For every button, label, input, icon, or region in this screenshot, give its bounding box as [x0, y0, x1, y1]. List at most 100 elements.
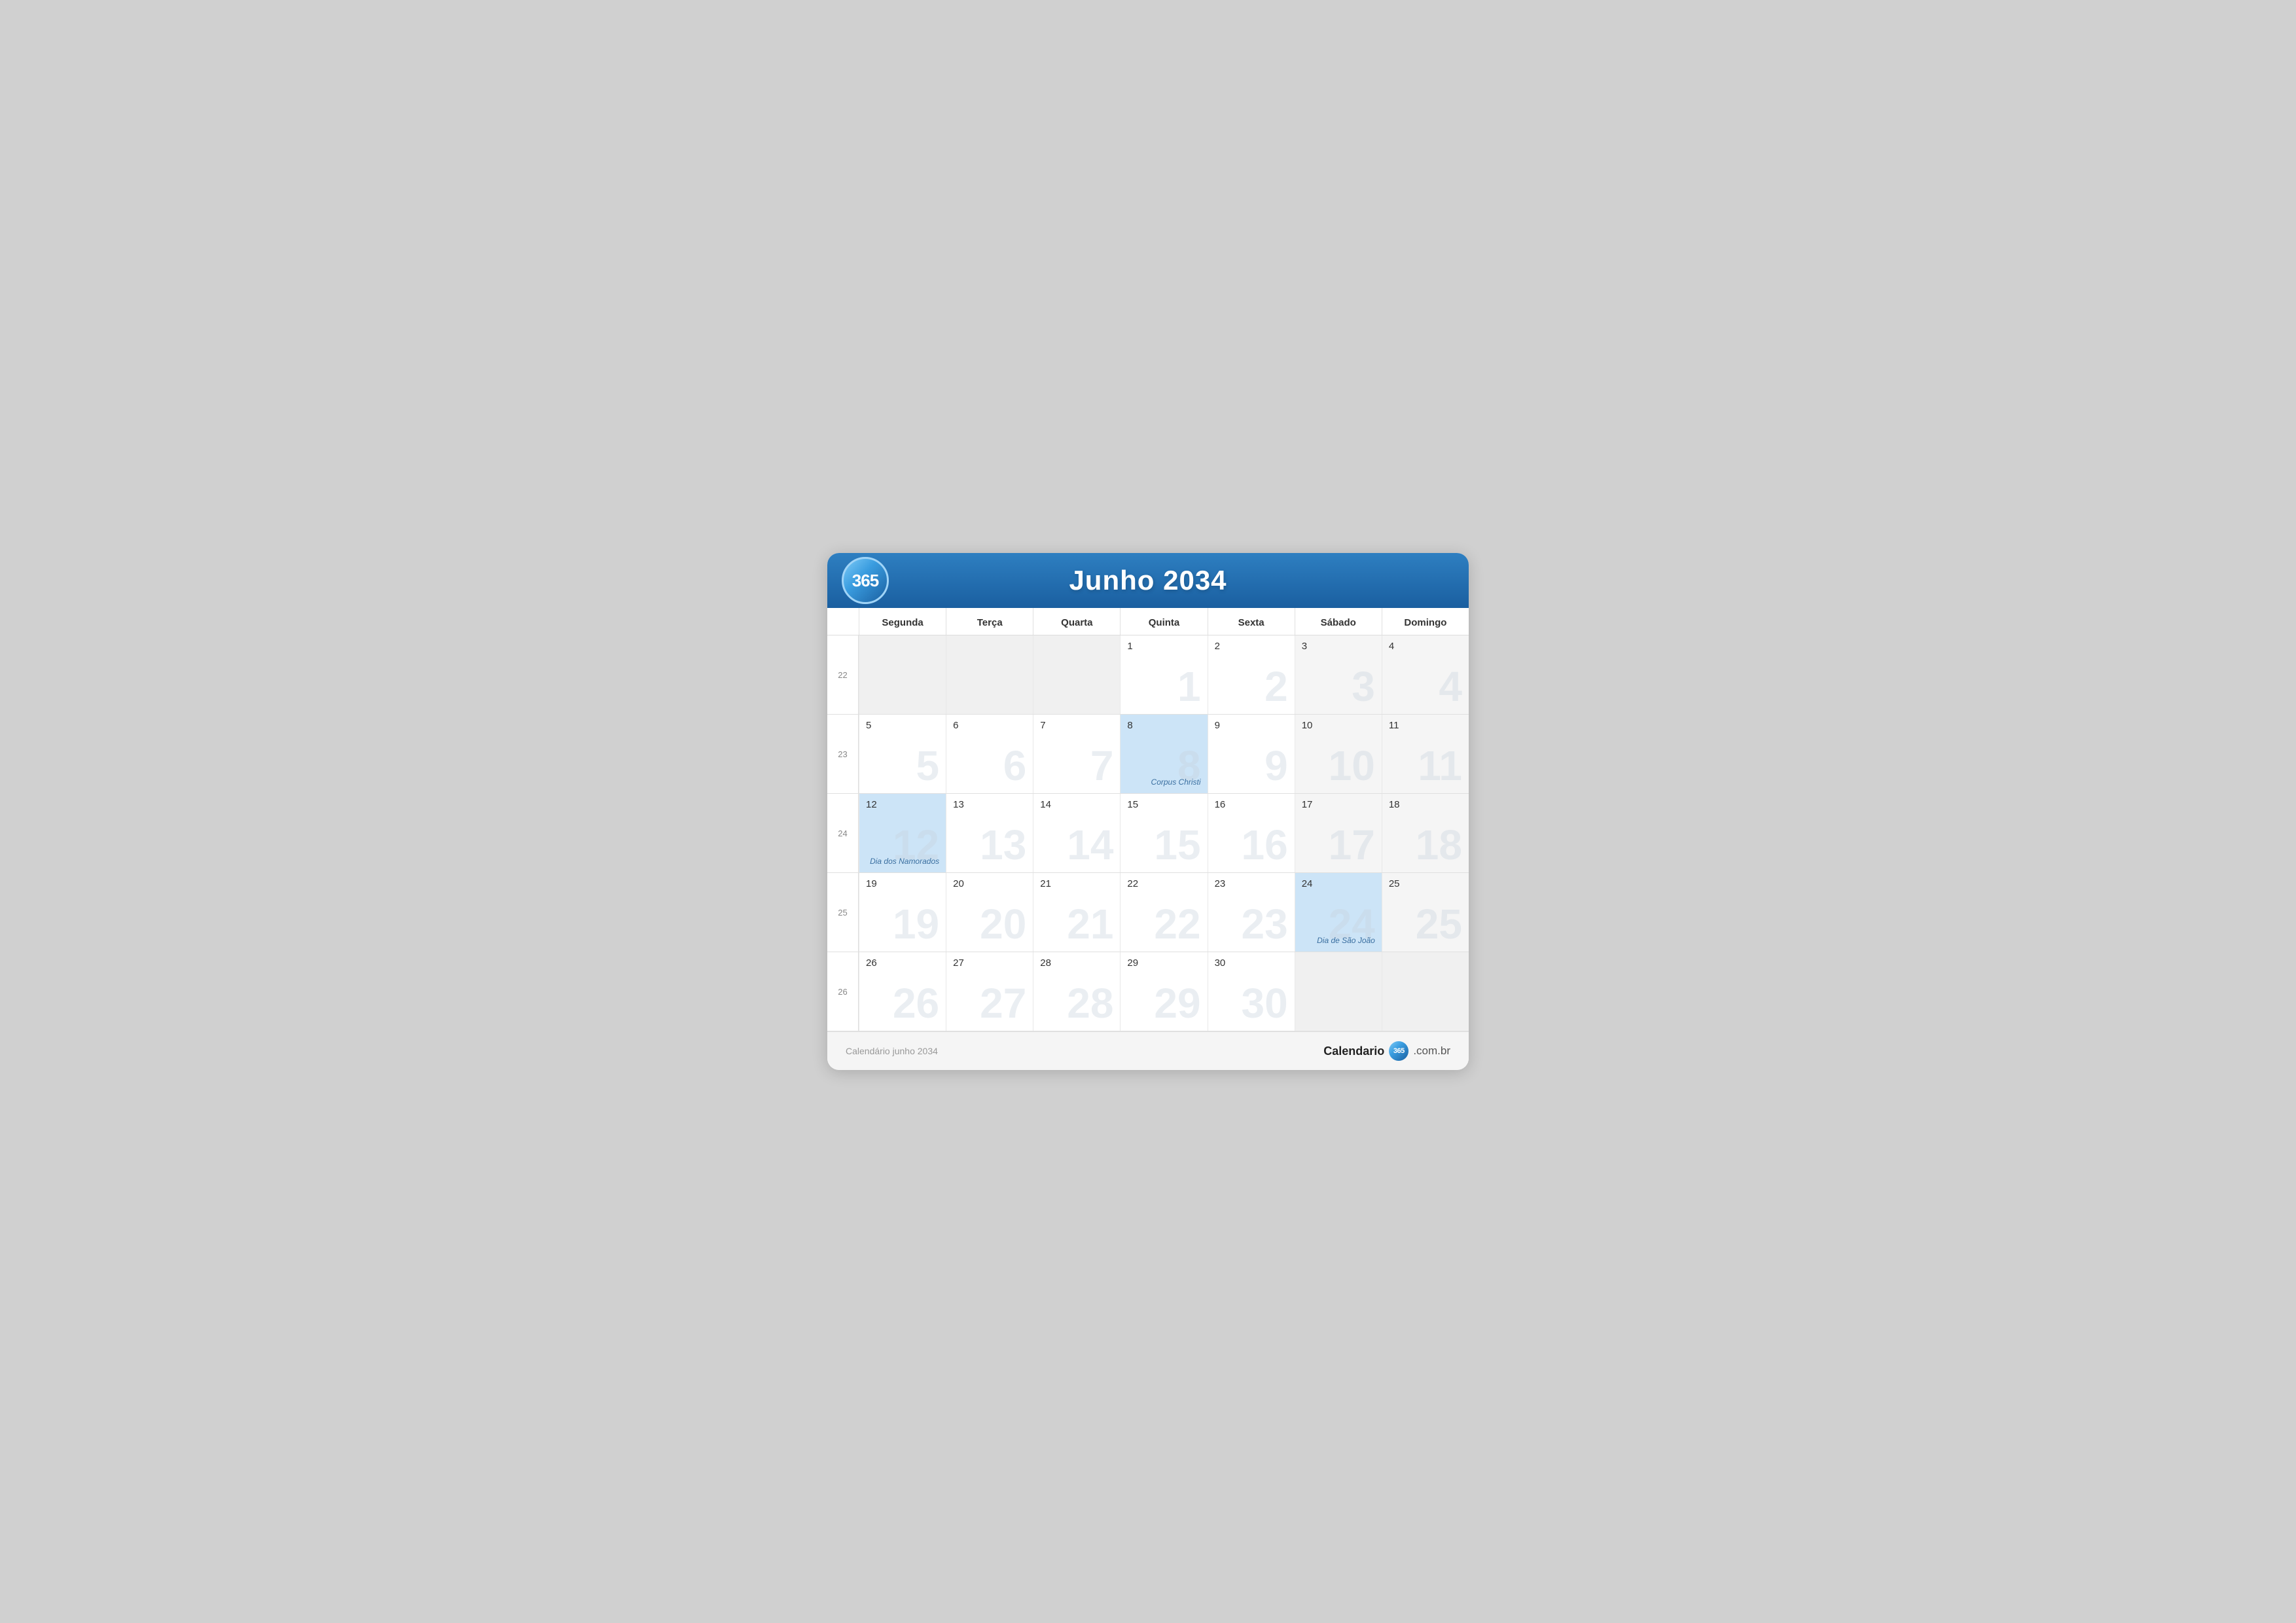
day-number: 14	[1040, 799, 1113, 810]
day-watermark: 23	[1242, 903, 1288, 945]
day-cell-w5-d7[interactable]	[1382, 952, 1469, 1031]
footer-brand-pre: Calendario	[1323, 1044, 1384, 1058]
day-number: 1	[1127, 641, 1200, 652]
day-cell-w2-d1[interactable]: 55	[859, 715, 946, 793]
day-number: 17	[1302, 799, 1375, 810]
day-cell-w2-d5[interactable]: 99	[1208, 715, 1295, 793]
day-watermark: 17	[1329, 824, 1375, 866]
day-watermark: 5	[916, 745, 940, 787]
day-cell-w4-d5[interactable]: 23 23	[1208, 873, 1295, 952]
day-cell-w4-d3[interactable]: 2121	[1033, 873, 1120, 952]
day-watermark: 27	[980, 982, 1026, 1024]
day-watermark: 4	[1439, 666, 1462, 707]
day-cell-w1-d7[interactable]: 44	[1382, 635, 1469, 714]
day-cell-w1-d4[interactable]: 11	[1120, 635, 1207, 714]
day-cell-w2-d6[interactable]: 1010	[1295, 715, 1382, 793]
day-cell-w3-d4[interactable]: 1515	[1120, 794, 1207, 872]
day-cell-w4-d1[interactable]: 1919	[859, 873, 946, 952]
day-watermark: 16	[1242, 824, 1288, 866]
day-number: 12	[866, 799, 939, 810]
footer-left-text: Calendário junho 2034	[846, 1046, 938, 1056]
day-cell-w5-d2[interactable]: 27 27	[946, 952, 1033, 1031]
day-watermark: 1	[1177, 666, 1201, 707]
day-cell-w1-d2[interactable]	[946, 635, 1033, 714]
day-number: 29	[1127, 957, 1200, 969]
day-number: 9	[1215, 720, 1288, 731]
day-cell-w5-d3[interactable]: 2828	[1033, 952, 1120, 1031]
day-watermark: 14	[1067, 824, 1113, 866]
day-cell-w5-d4[interactable]: 29 29	[1120, 952, 1207, 1031]
day-watermark: 26	[893, 982, 939, 1024]
day-cell-w2-d2[interactable]: 66	[946, 715, 1033, 793]
day-number: 26	[866, 957, 939, 969]
day-cell-w4-d7[interactable]: 25 25	[1382, 873, 1469, 952]
day-watermark: 7	[1090, 745, 1114, 787]
week-number-4: 25	[827, 873, 859, 952]
day-number: 8	[1127, 720, 1200, 731]
week-row-2: 2355667788Corpus Christi9910101111	[827, 715, 1469, 794]
day-watermark: 3	[1352, 666, 1375, 707]
day-cell-w1-d3[interactable]	[1033, 635, 1120, 714]
day-number: 5	[866, 720, 939, 731]
day-number: 7	[1040, 720, 1113, 731]
day-cell-w1-d6[interactable]: 33	[1295, 635, 1382, 714]
day-number: 27	[953, 957, 1026, 969]
day-number: 2	[1215, 641, 1288, 652]
day-number: 6	[953, 720, 1026, 731]
day-watermark: 28	[1067, 982, 1113, 1024]
week-row-4: 25191920202121222223232424Dia de São Joã…	[827, 873, 1469, 952]
day-cell-w2-d7[interactable]: 1111	[1382, 715, 1469, 793]
day-cell-w5-d5[interactable]: 3030	[1208, 952, 1295, 1031]
day-number: 25	[1389, 878, 1462, 889]
day-number: 22	[1127, 878, 1200, 889]
day-cell-w3-d7[interactable]: 1818	[1382, 794, 1469, 872]
week-row-5: 2626262727282829293030	[827, 952, 1469, 1031]
day-number: 20	[953, 878, 1026, 889]
footer-brand: Calendario 365 .com.br	[1323, 1041, 1450, 1061]
day-event-label: Dia de São João	[1317, 936, 1375, 945]
weekdays-row: Segunda Terça Quarta Quinta Sexta Sábado…	[827, 608, 1469, 635]
weekday-quinta: Quinta	[1120, 608, 1207, 635]
weeks-container: 22112233442355667788Corpus Christi991010…	[827, 635, 1469, 1031]
day-number: 18	[1389, 799, 1462, 810]
week-row-1: 2211223344	[827, 635, 1469, 715]
footer-brand-post: .com.br	[1413, 1044, 1450, 1058]
day-cell-w5-d1[interactable]: 26 26	[859, 952, 946, 1031]
day-cell-w3-d1[interactable]: 1212Dia dos Namorados	[859, 794, 946, 872]
day-number: 21	[1040, 878, 1113, 889]
calendar-body: Segunda Terça Quarta Quinta Sexta Sábado…	[827, 608, 1469, 1031]
weekday-domingo: Domingo	[1382, 608, 1469, 635]
week-number-2: 23	[827, 715, 859, 793]
week-number-1: 22	[827, 635, 859, 714]
day-watermark: 25	[1416, 903, 1462, 945]
day-number: 15	[1127, 799, 1200, 810]
day-number: 19	[866, 878, 939, 889]
weekday-sexta: Sexta	[1208, 608, 1295, 635]
day-watermark: 6	[1003, 745, 1027, 787]
day-watermark: 9	[1265, 745, 1288, 787]
day-number: 13	[953, 799, 1026, 810]
day-watermark: 29	[1154, 982, 1200, 1024]
logo-badge: 365	[842, 557, 889, 604]
day-cell-w3-d5[interactable]: 1616	[1208, 794, 1295, 872]
day-cell-w3-d6[interactable]: 1717	[1295, 794, 1382, 872]
day-number: 30	[1215, 957, 1288, 969]
day-cell-w1-d5[interactable]: 22	[1208, 635, 1295, 714]
day-cell-w1-d1[interactable]	[859, 635, 946, 714]
week-number-5: 26	[827, 952, 859, 1031]
day-cell-w2-d4[interactable]: 88Corpus Christi	[1120, 715, 1207, 793]
day-cell-w4-d4[interactable]: 22 22	[1120, 873, 1207, 952]
weekday-terca: Terça	[946, 608, 1033, 635]
day-watermark: 22	[1154, 903, 1200, 945]
day-cell-w5-d6[interactable]	[1295, 952, 1382, 1031]
day-watermark: 18	[1416, 824, 1462, 866]
calendar-header: 365 Junho 2034	[827, 553, 1469, 608]
day-cell-w4-d2[interactable]: 2020	[946, 873, 1033, 952]
day-cell-w4-d6[interactable]: 2424Dia de São João	[1295, 873, 1382, 952]
header-title: Junho 2034	[848, 565, 1448, 596]
day-cell-w3-d3[interactable]: 14 14	[1033, 794, 1120, 872]
week-row-3: 241212Dia dos Namorados13131414151516161…	[827, 794, 1469, 873]
day-cell-w2-d3[interactable]: 77	[1033, 715, 1120, 793]
day-number: 23	[1215, 878, 1288, 889]
day-cell-w3-d2[interactable]: 1313	[946, 794, 1033, 872]
